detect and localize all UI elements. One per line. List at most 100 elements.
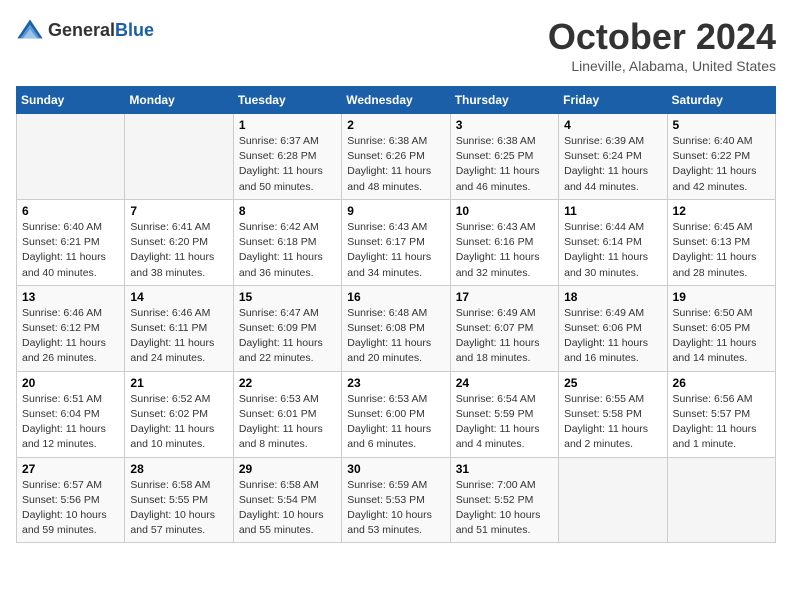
day-info: Sunrise: 7:00 AMSunset: 5:52 PMDaylight:… <box>456 478 553 539</box>
calendar-cell: 14 Sunrise: 6:46 AMSunset: 6:11 PMDayligh… <box>125 285 233 371</box>
calendar-cell: 16 Sunrise: 6:48 AMSunset: 6:08 PMDayligh… <box>342 285 450 371</box>
calendar-cell: 31 Sunrise: 7:00 AMSunset: 5:52 PMDayligh… <box>450 457 558 543</box>
day-info: Sunrise: 6:59 AMSunset: 5:53 PMDaylight:… <box>347 478 444 539</box>
day-number: 3 <box>456 118 553 132</box>
day-info: Sunrise: 6:37 AMSunset: 6:28 PMDaylight:… <box>239 134 336 195</box>
day-number: 29 <box>239 462 336 476</box>
calendar-cell: 27Sunrise: 6:57 AMSunset: 5:56 PMDayligh… <box>17 457 125 543</box>
calendar-header-monday: Monday <box>125 87 233 114</box>
day-info: Sunrise: 6:40 AMSunset: 6:21 PMDaylight:… <box>22 220 119 281</box>
day-number: 15 <box>239 290 336 304</box>
calendar-week-3: 13 Sunrise: 6:46 AMSunset: 6:12 PMDayligh… <box>17 285 776 371</box>
calendar-cell <box>667 457 775 543</box>
calendar-cell: 26Sunrise: 6:56 AMSunset: 5:57 PMDayligh… <box>667 371 775 457</box>
calendar-cell: 29 Sunrise: 6:58 AMSunset: 5:54 PMDayligh… <box>233 457 341 543</box>
day-info: Sunrise: 6:38 AMSunset: 6:25 PMDaylight:… <box>456 134 553 195</box>
calendar-cell: 28 Sunrise: 6:58 AMSunset: 5:55 PMDayligh… <box>125 457 233 543</box>
day-number: 8 <box>239 204 336 218</box>
day-info: Sunrise: 6:49 AMSunset: 6:06 PMDaylight:… <box>564 306 661 367</box>
page-subtitle: Lineville, Alabama, United States <box>548 58 776 74</box>
day-info: Sunrise: 6:58 AMSunset: 5:54 PMDaylight:… <box>239 478 336 539</box>
day-number: 30 <box>347 462 444 476</box>
day-number: 25 <box>564 376 661 390</box>
day-info: Sunrise: 6:38 AMSunset: 6:26 PMDaylight:… <box>347 134 444 195</box>
day-info: Sunrise: 6:46 AMSunset: 6:12 PMDaylight:… <box>22 306 119 367</box>
day-info: Sunrise: 6:54 AMSunset: 5:59 PMDaylight:… <box>456 392 553 453</box>
day-number: 20 <box>22 376 119 390</box>
calendar-cell: 21 Sunrise: 6:52 AMSunset: 6:02 PMDayligh… <box>125 371 233 457</box>
calendar-header-friday: Friday <box>559 87 667 114</box>
day-number: 2 <box>347 118 444 132</box>
day-info: Sunrise: 6:57 AMSunset: 5:56 PMDaylight:… <box>22 478 119 539</box>
day-info: Sunrise: 6:53 AMSunset: 6:01 PMDaylight:… <box>239 392 336 453</box>
calendar-header-tuesday: Tuesday <box>233 87 341 114</box>
day-info: Sunrise: 6:56 AMSunset: 5:57 PMDaylight:… <box>673 392 770 453</box>
day-number: 21 <box>130 376 227 390</box>
logo-text: GeneralBlue <box>48 20 154 41</box>
calendar-week-5: 27Sunrise: 6:57 AMSunset: 5:56 PMDayligh… <box>17 457 776 543</box>
logo-icon <box>16 16 44 44</box>
day-info: Sunrise: 6:40 AMSunset: 6:22 PMDaylight:… <box>673 134 770 195</box>
calendar-cell: 12Sunrise: 6:45 AMSunset: 6:13 PMDayligh… <box>667 199 775 285</box>
day-info: Sunrise: 6:58 AMSunset: 5:55 PMDaylight:… <box>130 478 227 539</box>
day-number: 9 <box>347 204 444 218</box>
logo-general: General <box>48 20 115 40</box>
logo-blue: Blue <box>115 20 154 40</box>
day-number: 5 <box>673 118 770 132</box>
calendar-cell: 13 Sunrise: 6:46 AMSunset: 6:12 PMDayligh… <box>17 285 125 371</box>
day-info: Sunrise: 6:48 AMSunset: 6:08 PMDaylight:… <box>347 306 444 367</box>
day-info: Sunrise: 6:41 AMSunset: 6:20 PMDaylight:… <box>130 220 227 281</box>
day-number: 10 <box>456 204 553 218</box>
page-title: October 2024 <box>548 16 776 58</box>
day-info: Sunrise: 6:52 AMSunset: 6:02 PMDaylight:… <box>130 392 227 453</box>
day-number: 6 <box>22 204 119 218</box>
day-number: 11 <box>564 204 661 218</box>
calendar-cell: 7Sunrise: 6:41 AMSunset: 6:20 PMDaylight… <box>125 199 233 285</box>
day-info: Sunrise: 6:49 AMSunset: 6:07 PMDaylight:… <box>456 306 553 367</box>
day-info: Sunrise: 6:53 AMSunset: 6:00 PMDaylight:… <box>347 392 444 453</box>
calendar-header-saturday: Saturday <box>667 87 775 114</box>
day-number: 16 <box>347 290 444 304</box>
calendar-cell: 25 Sunrise: 6:55 AMSunset: 5:58 PMDayligh… <box>559 371 667 457</box>
calendar-cell: 19Sunrise: 6:50 AMSunset: 6:05 PMDayligh… <box>667 285 775 371</box>
day-info: Sunrise: 6:43 AMSunset: 6:17 PMDaylight:… <box>347 220 444 281</box>
day-info: Sunrise: 6:55 AMSunset: 5:58 PMDaylight:… <box>564 392 661 453</box>
calendar-cell: 11Sunrise: 6:44 AMSunset: 6:14 PMDayligh… <box>559 199 667 285</box>
calendar-cell: 20 Sunrise: 6:51 AMSunset: 6:04 PMDayligh… <box>17 371 125 457</box>
day-number: 13 <box>22 290 119 304</box>
calendar-week-4: 20 Sunrise: 6:51 AMSunset: 6:04 PMDayligh… <box>17 371 776 457</box>
day-number: 28 <box>130 462 227 476</box>
title-block: October 2024 Lineville, Alabama, United … <box>548 16 776 74</box>
calendar-cell <box>125 114 233 200</box>
day-info: Sunrise: 6:43 AMSunset: 6:16 PMDaylight:… <box>456 220 553 281</box>
calendar-cell: 15 Sunrise: 6:47 AMSunset: 6:09 PMDayligh… <box>233 285 341 371</box>
day-number: 31 <box>456 462 553 476</box>
calendar-cell: 22Sunrise: 6:53 AMSunset: 6:01 PMDayligh… <box>233 371 341 457</box>
calendar-cell: 5 Sunrise: 6:40 AMSunset: 6:22 PMDaylight… <box>667 114 775 200</box>
day-info: Sunrise: 6:47 AMSunset: 6:09 PMDaylight:… <box>239 306 336 367</box>
calendar-cell: 6 Sunrise: 6:40 AMSunset: 6:21 PMDaylight… <box>17 199 125 285</box>
calendar-header-thursday: Thursday <box>450 87 558 114</box>
calendar-table: SundayMondayTuesdayWednesdayThursdayFrid… <box>16 86 776 543</box>
day-number: 17 <box>456 290 553 304</box>
day-number: 24 <box>456 376 553 390</box>
calendar-cell: 2 Sunrise: 6:38 AMSunset: 6:26 PMDaylight… <box>342 114 450 200</box>
calendar-cell <box>559 457 667 543</box>
calendar-cell: 8 Sunrise: 6:42 AMSunset: 6:18 PMDaylight… <box>233 199 341 285</box>
day-number: 14 <box>130 290 227 304</box>
day-info: Sunrise: 6:46 AMSunset: 6:11 PMDaylight:… <box>130 306 227 367</box>
calendar-week-1: 1 Sunrise: 6:37 AMSunset: 6:28 PMDaylight… <box>17 114 776 200</box>
day-info: Sunrise: 6:50 AMSunset: 6:05 PMDaylight:… <box>673 306 770 367</box>
day-number: 23 <box>347 376 444 390</box>
day-number: 1 <box>239 118 336 132</box>
day-info: Sunrise: 6:51 AMSunset: 6:04 PMDaylight:… <box>22 392 119 453</box>
calendar-cell: 4Sunrise: 6:39 AMSunset: 6:24 PMDaylight… <box>559 114 667 200</box>
calendar-header-wednesday: Wednesday <box>342 87 450 114</box>
day-number: 18 <box>564 290 661 304</box>
calendar-cell: 23 Sunrise: 6:53 AMSunset: 6:00 PMDayligh… <box>342 371 450 457</box>
calendar-cell: 3 Sunrise: 6:38 AMSunset: 6:25 PMDaylight… <box>450 114 558 200</box>
calendar-cell <box>17 114 125 200</box>
calendar-cell: 17 Sunrise: 6:49 AMSunset: 6:07 PMDayligh… <box>450 285 558 371</box>
logo: GeneralBlue <box>16 16 154 44</box>
day-info: Sunrise: 6:42 AMSunset: 6:18 PMDaylight:… <box>239 220 336 281</box>
